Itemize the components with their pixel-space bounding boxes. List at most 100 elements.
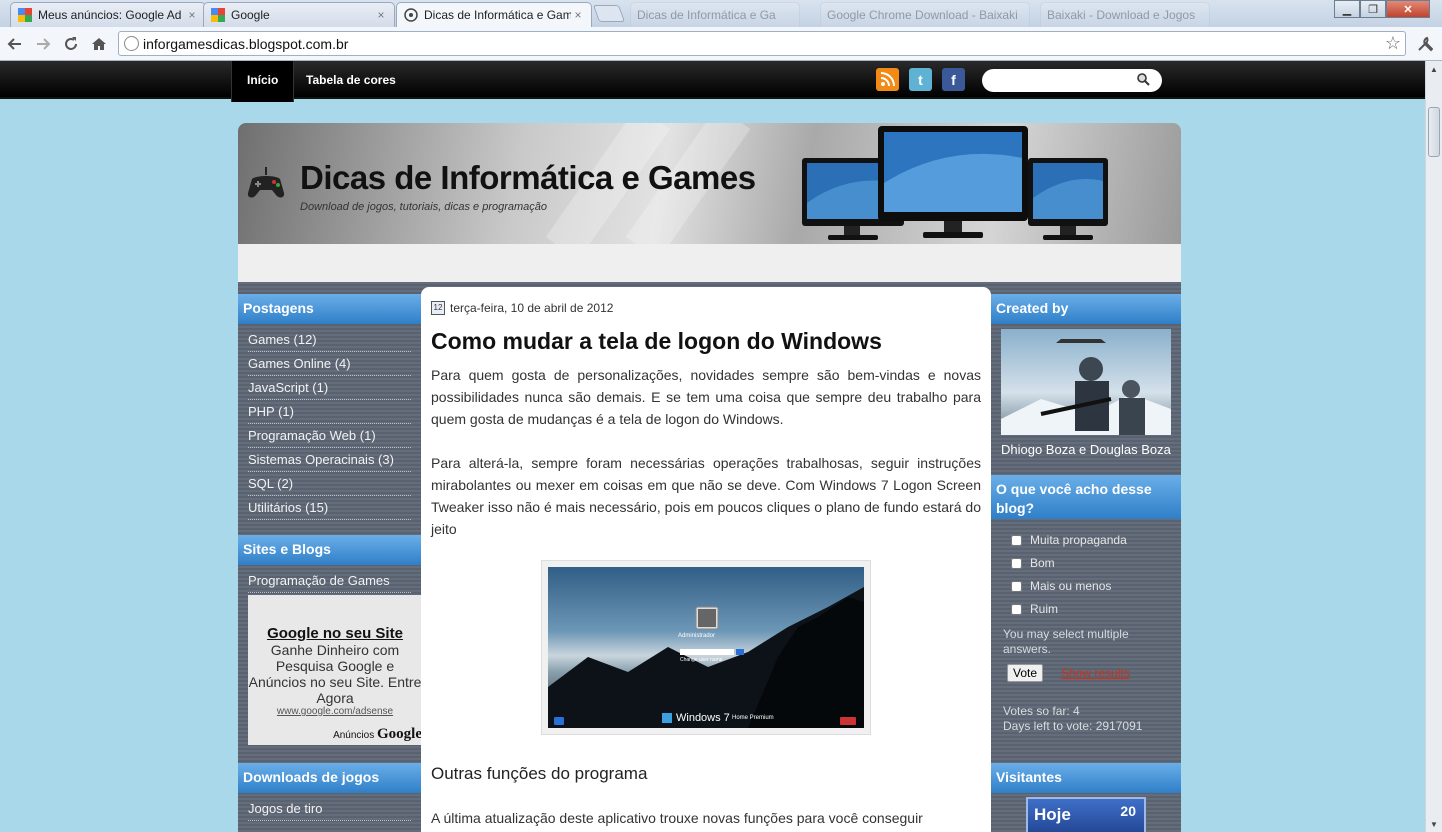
- list-item[interactable]: Sistemas Operacinais (3): [248, 448, 411, 472]
- vote-button[interactable]: Vote: [1007, 664, 1043, 682]
- tab-title: Meus anúncios: Google Ad: [38, 8, 182, 22]
- tab-title: Baixaki - Download e Jogos: [1047, 8, 1196, 22]
- tab-title: Google: [231, 8, 270, 22]
- poll-widget: Muita propaganda Bom Mais ou menos Ruim …: [991, 282, 1181, 832]
- list-item[interactable]: Programação de Games: [248, 569, 411, 593]
- tab-close-icon[interactable]: ×: [571, 8, 585, 22]
- blog-title[interactable]: Dicas de Informática e Games: [300, 159, 756, 197]
- sites-blogs-title: Sites e Blogs: [238, 535, 421, 565]
- page-viewport: Início Tabela de cores t f Dicas de Info…: [0, 61, 1425, 832]
- show-results-link[interactable]: Show results: [1061, 666, 1130, 680]
- scroll-up-icon[interactable]: ▲: [1426, 61, 1442, 77]
- post-paragraph-2: Para alterá-la, sempre foram necessárias…: [431, 455, 981, 537]
- logon-user: Administrador: [678, 633, 716, 639]
- list-item[interactable]: JavaScript (1): [248, 376, 411, 400]
- browser-toolbar: ☆: [0, 27, 1442, 61]
- days-left: Days left to vote: 2917091: [1003, 719, 1143, 733]
- address-bar[interactable]: ☆: [118, 31, 1406, 56]
- wrench-icon[interactable]: [1414, 33, 1436, 55]
- poll-checkbox[interactable]: [1011, 603, 1022, 615]
- visitors-count: 20: [1120, 803, 1136, 819]
- search-icon[interactable]: [1136, 72, 1150, 89]
- facebook-icon[interactable]: f: [942, 68, 965, 91]
- tab-background-1[interactable]: Dicas de Informática e Ga: [630, 2, 800, 27]
- google-favicon-icon: [17, 7, 33, 23]
- url-input[interactable]: [143, 34, 1373, 53]
- forward-arrow-icon[interactable]: [32, 33, 54, 55]
- new-tab-button[interactable]: [592, 5, 626, 22]
- poll-multi-note: You may select multiple answers.: [1003, 627, 1129, 656]
- header-band: [238, 244, 1181, 282]
- poll-checkbox[interactable]: [1011, 534, 1022, 546]
- poll-option[interactable]: Ruim: [1011, 602, 1058, 616]
- tab-dicas-active[interactable]: Dicas de Informática e Gam ×: [396, 2, 592, 27]
- ad-title[interactable]: Google no seu Site: [248, 625, 422, 642]
- tab-close-icon[interactable]: ×: [185, 8, 199, 22]
- post-screenshot[interactable]: Administrador Change user name Windows 7…: [541, 560, 871, 735]
- ad-brand: Google: [377, 726, 422, 742]
- tab-background-2[interactable]: Google Chrome Download - Baixaki: [820, 2, 1030, 27]
- google-favicon-icon: [210, 7, 226, 23]
- blog-search[interactable]: [982, 69, 1162, 92]
- back-arrow-icon[interactable]: [4, 33, 26, 55]
- tab-google[interactable]: Google ×: [203, 2, 395, 27]
- visitantes-title: Visitantes: [991, 763, 1181, 793]
- poll-option[interactable]: Muita propaganda: [1011, 533, 1127, 547]
- calendar-icon: 12: [431, 301, 445, 315]
- twitter-icon[interactable]: t: [909, 68, 932, 91]
- list-item[interactable]: Utilitários (15): [248, 496, 411, 520]
- tab-title: Dicas de Informática e Gam: [424, 8, 571, 22]
- tab-title: Google Chrome Download - Baixaki: [827, 8, 1018, 22]
- gamepad-icon: [246, 165, 286, 204]
- poll-checkbox[interactable]: [1011, 557, 1022, 569]
- adsense-ad[interactable]: Google no seu Site Ganhe Dinheiro com Pe…: [248, 595, 422, 745]
- poll-option[interactable]: Bom: [1011, 556, 1055, 570]
- tab-title: Dicas de Informática e Ga: [637, 8, 776, 22]
- downloads-list: Jogos de tiro: [248, 797, 411, 821]
- ad-tag[interactable]: Anúncios Google: [333, 726, 422, 743]
- nav-tabela-cores[interactable]: Tabela de cores: [291, 61, 411, 102]
- tab-close-icon[interactable]: ×: [374, 8, 388, 22]
- windows-brand: Windows 7: [676, 712, 730, 724]
- postagens-title: Postagens: [238, 294, 421, 324]
- list-item[interactable]: Programação Web (1): [248, 424, 411, 448]
- scroll-thumb[interactable]: [1428, 107, 1440, 157]
- post-subtitle: Outras funções do programa: [431, 764, 648, 783]
- blog-search-input[interactable]: [992, 72, 1132, 89]
- main-content-area: Postagens Games (12) Games Online (4) Ja…: [238, 282, 1181, 832]
- postagens-list: Games (12) Games Online (4) JavaScript (…: [248, 328, 411, 520]
- poll-checkbox[interactable]: [1011, 580, 1022, 592]
- globe-icon: [124, 36, 139, 51]
- rss-icon[interactable]: [876, 68, 899, 91]
- visitors-counter: Hoje 20: [1026, 797, 1146, 832]
- reload-icon[interactable]: [60, 33, 82, 55]
- monitors-image: [798, 123, 1118, 244]
- nav-inicio[interactable]: Início: [231, 61, 295, 102]
- list-item[interactable]: Jogos de tiro: [248, 797, 411, 821]
- windows-edition: Home Premium: [732, 715, 774, 721]
- tab-background-3[interactable]: Baixaki - Download e Jogos: [1040, 2, 1210, 27]
- post-title[interactable]: Como mudar a tela de logon do Windows: [431, 328, 882, 355]
- list-item[interactable]: Games (12): [248, 328, 411, 352]
- poll-option-label: Ruim: [1030, 602, 1059, 616]
- list-item[interactable]: PHP (1): [248, 400, 411, 424]
- list-item[interactable]: Games Online (4): [248, 352, 411, 376]
- poll-option[interactable]: Mais ou menos: [1011, 579, 1111, 593]
- star-icon[interactable]: ☆: [1385, 33, 1401, 54]
- logon-change-user: Change user name: [680, 657, 723, 663]
- ad-text: Ganhe Dinheiro com Pesquisa Google e Anú…: [248, 642, 422, 706]
- close-window-button[interactable]: ✕: [1386, 0, 1430, 18]
- votes-so-far: Votes so far: 4: [1003, 704, 1080, 718]
- home-icon[interactable]: [88, 33, 110, 55]
- scroll-down-icon[interactable]: ▼: [1426, 816, 1442, 832]
- sites-list: Programação de Games: [248, 569, 411, 593]
- ad-url[interactable]: www.google.com/adsense: [248, 706, 422, 717]
- page-scrollbar[interactable]: ▲ ▼: [1425, 61, 1442, 832]
- tab-strip: Meus anúncios: Google Ad × Google × Dica…: [0, 0, 1442, 27]
- downloads-title: Downloads de jogos: [238, 763, 421, 793]
- minimize-button[interactable]: ▁: [1334, 0, 1360, 18]
- blog-description: Download de jogos, tutoriais, dicas e pr…: [300, 201, 548, 213]
- maximize-button[interactable]: ❐: [1360, 0, 1386, 18]
- list-item[interactable]: SQL (2): [248, 472, 411, 496]
- tab-google-ads[interactable]: Meus anúncios: Google Ad ×: [10, 2, 206, 27]
